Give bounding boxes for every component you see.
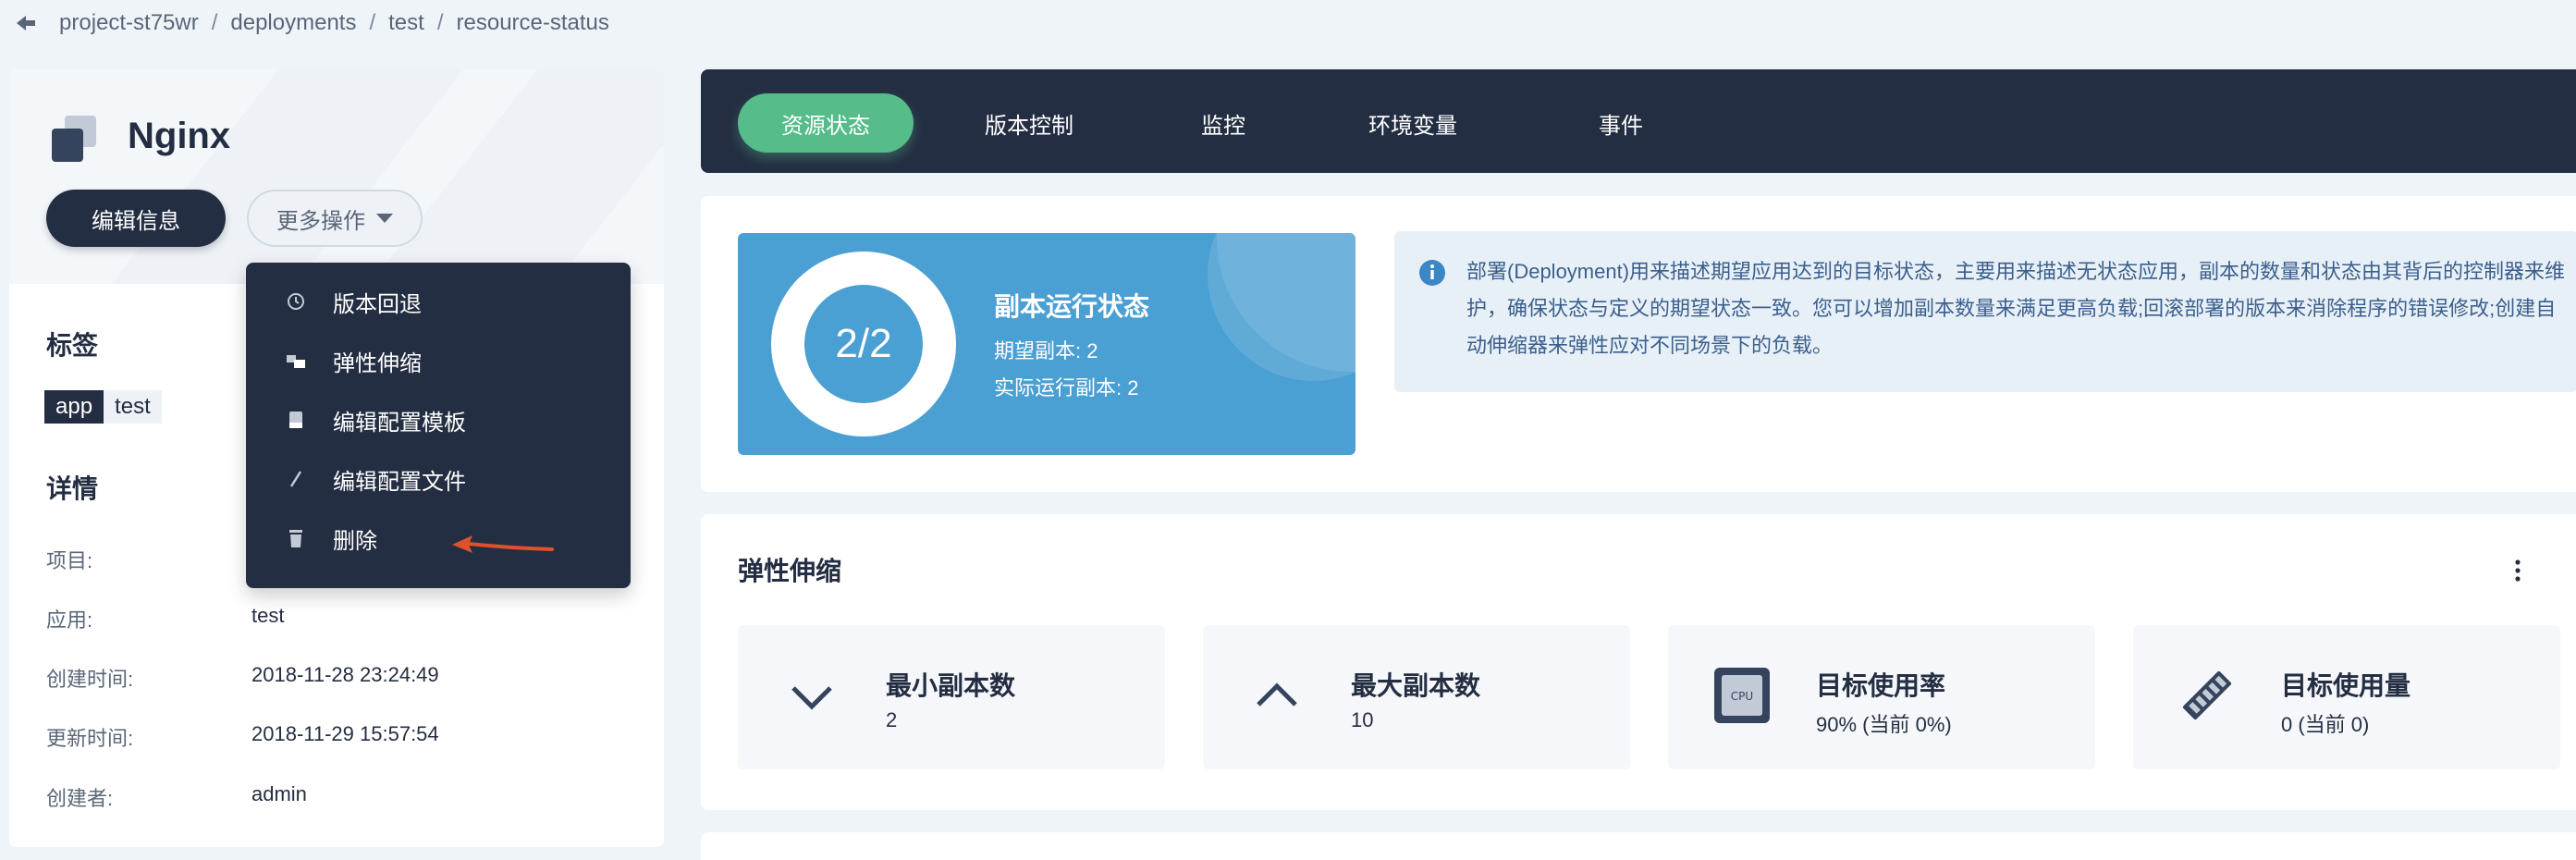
chevron-down-icon [782,666,841,725]
labels-title: 标签 [46,331,99,360]
detail-key: 应用: [46,608,93,632]
more-actions-label: 更多操作 [276,208,365,234]
metric-target-usage: 目标使用量 0 (当前 0) [2133,625,2560,769]
info-text: 部署(Deployment)用来描述期望应用达到的目标状态，主要用来描述无状态应… [1466,260,2566,357]
menu-item-label: 编辑配置模板 [333,410,466,436]
detail-key: 更新时间: [46,727,134,750]
template-icon [285,409,307,431]
metric-target-utilization: CPU 目标使用率 90% (当前 0%) [1668,625,2095,769]
menu-item-edit-config[interactable]: 编辑配置文件 [246,449,631,509]
details-title: 详情 [46,474,99,503]
app-title: Nginx [128,116,231,156]
tab-resource-status[interactable]: 资源状态 [738,93,914,153]
next-card [701,832,2576,860]
autoscale-card: 弹性伸缩 最小副本数 2 最大副本数 10 CPU 目标使用率 90% (当前 … [701,514,2576,810]
replica-ring: 2/2 [771,252,956,436]
more-actions-menu: 版本回退 弹性伸缩 编辑配置模板 编辑配置文件 删除 [246,263,631,588]
tab-events[interactable]: 事件 [1570,93,1672,153]
metric-value: 2 [886,708,898,731]
metric-value: 10 [1351,708,1374,731]
menu-item-label: 弹性伸缩 [333,350,422,376]
tab-monitoring[interactable]: 监控 [1172,93,1274,153]
label-tag: app test [44,390,162,424]
metric-value: 0 (当前 0) [2281,713,2370,736]
breadcrumb-separator: / [211,10,218,35]
pencil-icon [285,468,307,490]
info-box: 部署(Deployment)用来描述期望应用达到的目标状态，主要用来描述无状态应… [1394,231,2576,392]
back-arrow-icon[interactable] [13,10,39,36]
resource-status-card: 2/2 副本运行状态 期望副本: 2 实际运行副本: 2 部署(Deployme… [701,196,2576,492]
metric-label: 最大副本数 [1351,671,1481,700]
detail-value: admin [251,782,307,805]
detail-value: test [251,604,285,627]
detail-key: 项目: [46,549,93,572]
breadcrumb-item[interactable]: resource-status [457,10,609,36]
desired-replicas: 期望副本: 2 [994,339,1098,362]
actual-replicas: 实际运行副本: 2 [994,376,1139,399]
tab-version-control[interactable]: 版本控制 [960,93,1098,153]
metric-label: 目标使用量 [2281,671,2411,700]
metric-label: 最小副本数 [886,671,1016,700]
metric-max-replicas: 最大副本数 10 [1203,625,1630,769]
breadcrumb-item[interactable]: test [388,10,424,36]
breadcrumb-item[interactable]: project-st75wr [59,10,199,36]
trash-icon [285,527,307,549]
annotation-arrow-icon [452,535,554,553]
replica-ratio: 2/2 [804,285,923,403]
svg-text:CPU: CPU [1731,690,1753,703]
menu-item-autoscale[interactable]: 弹性伸缩 [246,331,631,390]
menu-item-label: 版本回退 [333,291,422,317]
breadcrumb: project-st75wr / deployments / test / re… [13,7,609,39]
more-actions-button[interactable]: 更多操作 [247,190,423,247]
metric-label: 目标使用率 [1816,671,1946,700]
label-key: app [44,390,104,424]
breadcrumb-separator: / [436,10,444,35]
menu-item-delete[interactable]: 删除 [246,509,631,568]
detail-header: Nginx 编辑信息 更多操作 [9,69,664,284]
detail-value: 2018-11-29 15:57:54 [251,722,439,745]
scale-icon [285,350,307,372]
metric-min-replicas: 最小副本数 2 [738,625,1165,769]
replica-status-title: 副本运行状态 [994,292,1150,321]
tab-env-vars[interactable]: 环境变量 [1330,93,1496,153]
label-value: test [104,390,162,424]
cpu-icon: CPU [1712,666,1772,725]
detail-key: 创建者: [46,787,114,810]
menu-item-label: 编辑配置文件 [333,469,466,495]
memory-icon [2177,666,2237,725]
chevron-up-icon [1247,666,1306,725]
more-vertical-icon[interactable] [2504,557,2532,584]
menu-item-label: 删除 [333,528,377,554]
edit-info-button[interactable]: 编辑信息 [46,190,226,247]
info-icon [1419,260,1445,286]
breadcrumb-item[interactable]: deployments [230,10,356,36]
replica-status-panel: 2/2 副本运行状态 期望副本: 2 实际运行副本: 2 [738,233,1355,455]
history-icon [285,290,307,313]
menu-item-edit-template[interactable]: 编辑配置模板 [246,390,631,449]
metric-value: 90% (当前 0%) [1816,713,1952,736]
menu-item-rollback[interactable]: 版本回退 [246,272,631,331]
detail-key: 创建时间: [46,668,134,691]
caret-down-icon [376,214,393,223]
tab-bar: 资源状态 版本控制 监控 环境变量 事件 [701,69,2576,173]
autoscale-title: 弹性伸缩 [738,557,842,585]
detail-value: 2018-11-28 23:24:49 [251,663,439,686]
breadcrumb-separator: / [369,10,376,35]
decor-circle [1208,233,1355,381]
deployment-icon [52,116,96,162]
